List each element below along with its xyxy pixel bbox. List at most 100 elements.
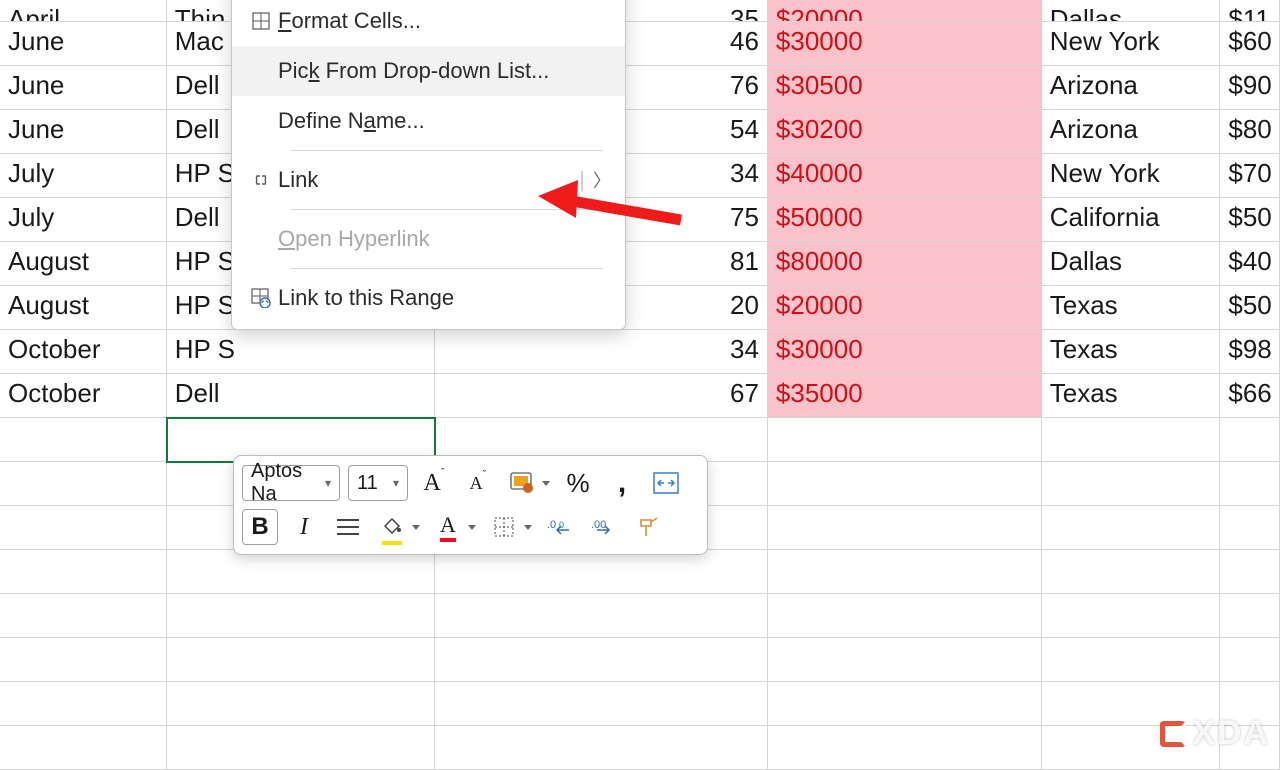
table-row[interactable] <box>0 550 1280 594</box>
table-row[interactable] <box>0 726 1280 770</box>
table-row[interactable]: October HP S 34 $30000 Texas $98 <box>0 330 1280 374</box>
cell[interactable] <box>167 594 435 638</box>
table-row[interactable]: August HP S 81 $80000 Dallas $40 <box>0 242 1280 286</box>
cell-tail[interactable]: $11 <box>1220 0 1280 22</box>
cell[interactable] <box>0 550 167 594</box>
decrease-decimal-button[interactable]: .00 <box>586 509 622 545</box>
table-row[interactable]: April Thin 35 $20000 Dallas $11 <box>0 0 1280 22</box>
cell[interactable] <box>435 726 768 770</box>
cell-city[interactable]: Arizona <box>1042 110 1221 154</box>
cell[interactable] <box>1220 462 1280 506</box>
menu-link-to-range[interactable]: Link to this Range <box>232 273 625 323</box>
cell-tail[interactable]: $50 <box>1220 198 1280 242</box>
cell-tail[interactable]: $80 <box>1220 110 1280 154</box>
cell-month[interactable]: August <box>0 242 167 286</box>
cell[interactable] <box>0 726 167 770</box>
cell[interactable] <box>0 682 167 726</box>
percent-button[interactable]: % <box>560 465 596 501</box>
cell-tail[interactable]: $66 <box>1220 374 1280 418</box>
cell-amount[interactable]: $30200 <box>768 110 1042 154</box>
menu-pick-dropdown[interactable]: Pick From Drop-down List... <box>232 46 625 96</box>
table-row[interactable] <box>0 682 1280 726</box>
cell-month[interactable]: July <box>0 198 167 242</box>
cell[interactable] <box>1042 638 1221 682</box>
menu-define-name[interactable]: Define Name... <box>232 96 625 146</box>
cell-amount[interactable]: $80000 <box>768 242 1042 286</box>
cell-month[interactable]: April <box>0 0 167 22</box>
table-row[interactable]: June Mac 46 $30000 New York $60 <box>0 22 1280 66</box>
cell-tail[interactable]: $60 <box>1220 22 1280 66</box>
cell-amount[interactable]: $35000 <box>768 374 1042 418</box>
cell[interactable] <box>435 638 768 682</box>
cell-city[interactable]: California <box>1042 198 1221 242</box>
cell[interactable] <box>0 418 167 462</box>
table-row[interactable] <box>0 594 1280 638</box>
cell[interactable] <box>0 506 167 550</box>
cell-tail[interactable]: $40 <box>1220 242 1280 286</box>
cell[interactable] <box>1220 506 1280 550</box>
cell[interactable] <box>435 550 768 594</box>
cell[interactable] <box>768 550 1042 594</box>
comma-button[interactable]: , <box>604 465 640 501</box>
cell[interactable] <box>768 506 1042 550</box>
cell[interactable] <box>167 682 435 726</box>
table-row[interactable] <box>0 638 1280 682</box>
merge-center-button[interactable] <box>648 465 684 501</box>
decrease-font-button[interactable]: Aˇ <box>460 465 496 501</box>
cell[interactable] <box>1220 418 1280 462</box>
cell-qty[interactable]: 67 <box>435 374 768 418</box>
table-row[interactable]: June Dell 76 $30500 Arizona $90 <box>0 66 1280 110</box>
table-row[interactable]: August HP S 20 $20000 Texas $50 <box>0 286 1280 330</box>
menu-format-cells[interactable]: Format Cells... <box>232 0 625 46</box>
italic-button[interactable]: I <box>286 509 322 545</box>
increase-font-button[interactable]: Aˆ <box>416 465 452 501</box>
cell-city[interactable]: Dallas <box>1042 0 1221 22</box>
font-name-select[interactable]: Aptos Na ▾ <box>242 465 340 501</box>
cell[interactable] <box>1042 418 1221 462</box>
align-button[interactable] <box>330 509 366 545</box>
cell-month[interactable]: October <box>0 374 167 418</box>
cell-tail[interactable]: $90 <box>1220 66 1280 110</box>
cell-month[interactable]: August <box>0 286 167 330</box>
table-row[interactable]: June Dell 54 $30200 Arizona $80 <box>0 110 1280 154</box>
cell-qty[interactable]: 34 <box>435 330 768 374</box>
cell-amount[interactable]: $30000 <box>768 22 1042 66</box>
cell-amount[interactable]: $40000 <box>768 154 1042 198</box>
cell[interactable] <box>167 550 435 594</box>
cell-tail[interactable]: $50 <box>1220 286 1280 330</box>
cell-month[interactable]: October <box>0 330 167 374</box>
cell-amount[interactable]: $30000 <box>768 330 1042 374</box>
cell-brand[interactable]: Dell <box>167 374 435 418</box>
cell[interactable] <box>1042 462 1221 506</box>
cell-city[interactable]: Dallas <box>1042 242 1221 286</box>
cell[interactable] <box>435 682 768 726</box>
cell[interactable] <box>1220 550 1280 594</box>
cell[interactable] <box>1042 506 1221 550</box>
spreadsheet-grid[interactable]: April Thin 35 $20000 Dallas $11 June Mac… <box>0 0 1280 770</box>
cell-month[interactable]: July <box>0 154 167 198</box>
cell-city[interactable]: New York <box>1042 22 1221 66</box>
cell[interactable] <box>0 594 167 638</box>
cell-city[interactable]: Arizona <box>1042 66 1221 110</box>
cell-amount[interactable]: $30500 <box>768 66 1042 110</box>
cell-month[interactable]: June <box>0 22 167 66</box>
cell[interactable] <box>1042 594 1221 638</box>
cell-amount[interactable]: $20000 <box>768 286 1042 330</box>
cell[interactable] <box>1220 594 1280 638</box>
cell-city[interactable]: New York <box>1042 154 1221 198</box>
menu-link[interactable]: Link | 〉 <box>232 155 625 205</box>
increase-decimal-button[interactable]: .00 <box>542 509 578 545</box>
table-row[interactable]: October Dell 67 $35000 Texas $66 <box>0 374 1280 418</box>
cell[interactable] <box>768 682 1042 726</box>
font-color-button[interactable]: A <box>430 509 466 545</box>
cell-month[interactable]: June <box>0 66 167 110</box>
cell[interactable] <box>768 638 1042 682</box>
cell[interactable] <box>0 462 167 506</box>
cell-amount[interactable]: $50000 <box>768 198 1042 242</box>
cell-tail[interactable]: $98 <box>1220 330 1280 374</box>
font-size-select[interactable]: 11 ▾ <box>348 465 408 501</box>
cell-city[interactable]: Texas <box>1042 286 1221 330</box>
cell-tail[interactable]: $70 <box>1220 154 1280 198</box>
cell-city[interactable]: Texas <box>1042 330 1221 374</box>
cell-city[interactable]: Texas <box>1042 374 1221 418</box>
